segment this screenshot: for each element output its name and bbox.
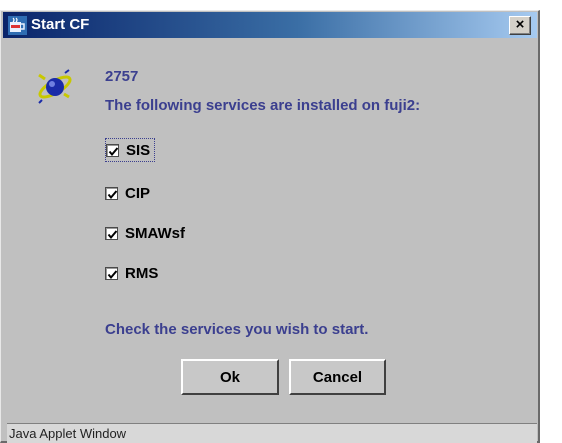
service-checkbox-smawsf[interactable]: SMAWsf — [105, 221, 185, 245]
page-caption-fragment — [0, 0, 562, 10]
close-icon: × — [515, 16, 525, 33]
instruction-text: Check the services you wish to start. — [105, 321, 369, 338]
title-bar[interactable]: Start CF × — [3, 12, 537, 38]
service-label: SMAWsf — [125, 224, 185, 242]
service-label: RMS — [125, 264, 159, 282]
service-label: SIS — [126, 141, 151, 159]
checkmark-icon — [108, 146, 119, 156]
message-text: The following services are installed on … — [105, 97, 421, 114]
service-checkbox-cip[interactable]: CIP — [105, 181, 150, 205]
service-checkbox-rms[interactable]: RMS — [105, 261, 158, 285]
checkbox[interactable] — [106, 143, 119, 157]
cancel-button[interactable]: Cancel — [289, 359, 386, 395]
service-checkbox-sis[interactable]: SIS — [105, 138, 156, 162]
close-button[interactable]: × — [509, 16, 531, 35]
checkbox[interactable] — [105, 186, 118, 200]
java-coffee-icon — [8, 16, 27, 35]
checkbox[interactable] — [105, 226, 118, 240]
ok-button[interactable]: Ok — [181, 359, 279, 395]
window-title: Start CF — [31, 16, 90, 33]
checkmark-icon — [107, 189, 118, 199]
applet-status-bar: Java Applet Window — [7, 423, 537, 443]
checkbox[interactable] — [105, 266, 118, 280]
checkmark-icon — [107, 269, 118, 279]
start-cf-dialog: Start CF × 2757 The following services a… — [0, 10, 540, 443]
checkmark-icon — [107, 229, 118, 239]
satellite-icon — [35, 67, 75, 107]
service-label: CIP — [125, 184, 151, 202]
message-code: 2757 — [105, 68, 139, 85]
